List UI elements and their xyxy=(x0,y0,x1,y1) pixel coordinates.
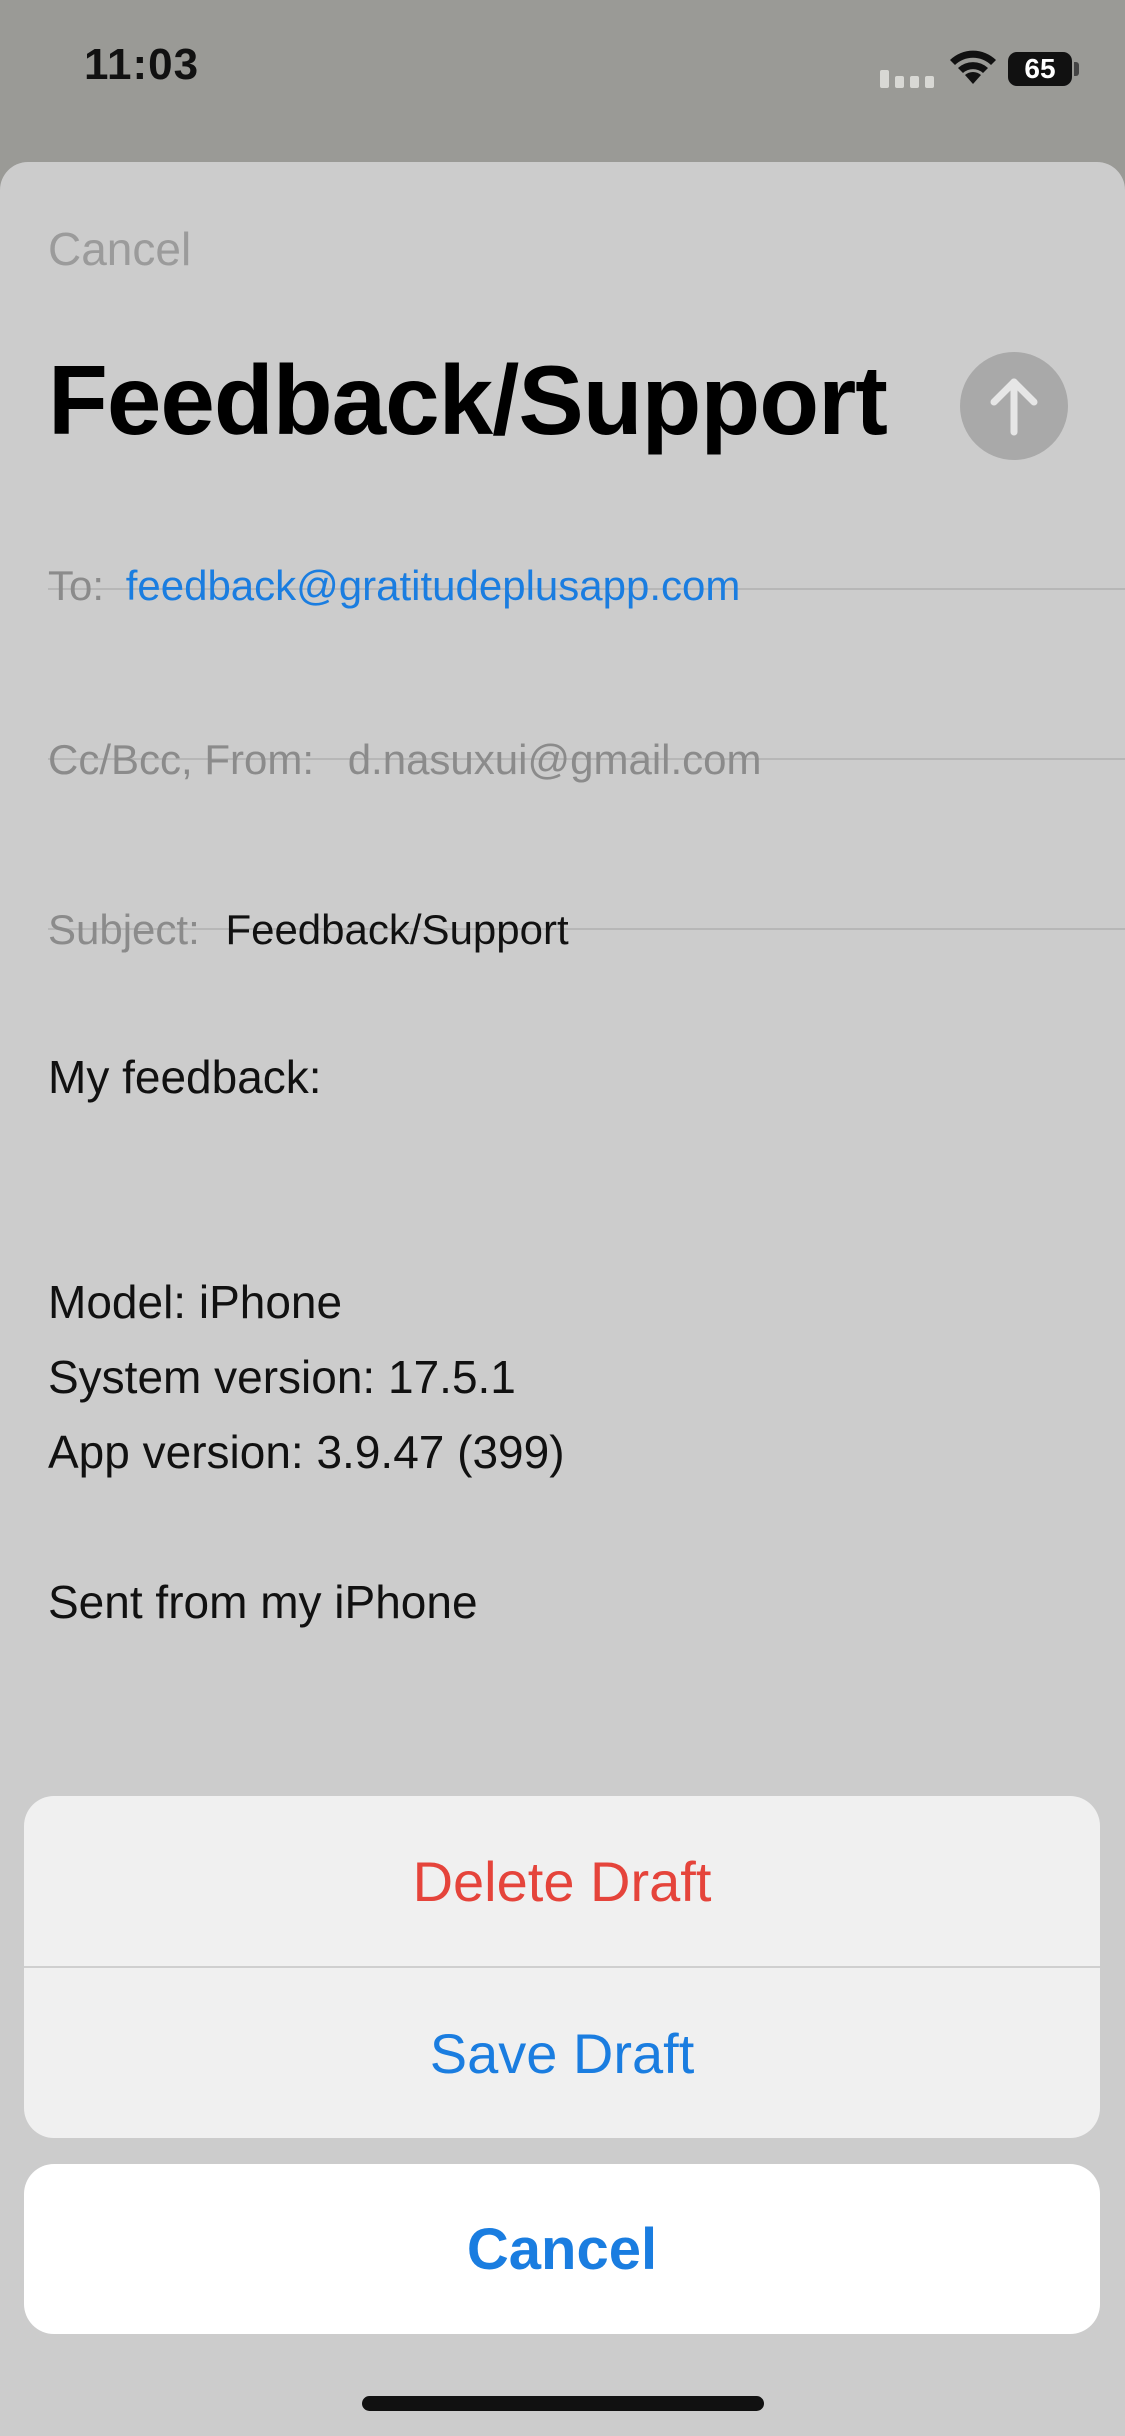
status-time: 11:03 xyxy=(84,40,200,89)
wifi-icon xyxy=(950,50,996,84)
save-draft-button[interactable]: Save Draft xyxy=(24,1968,1100,2138)
home-indicator[interactable] xyxy=(362,2396,764,2411)
subject-row: Subject: Feedback/Support xyxy=(48,906,569,954)
subject-field[interactable]: Subject: xyxy=(48,760,1125,930)
message-body[interactable]: My feedback: Model: iPhone System versio… xyxy=(48,1040,565,1640)
cellular-signal-icon xyxy=(880,70,934,88)
subject-value[interactable]: Feedback/Support xyxy=(225,906,568,953)
cc-bcc-from-field[interactable]: Cc/Bcc, From: xyxy=(48,590,1125,760)
battery-icon: 65 xyxy=(1008,52,1072,86)
to-recipient[interactable]: feedback@gratitudeplusapp.com xyxy=(126,562,741,609)
to-label-text: To: xyxy=(48,562,105,609)
to-row: To: feedback@gratitudeplusapp.com xyxy=(48,562,740,610)
from-address[interactable]: d.nasuxui@gmail.com xyxy=(348,736,762,783)
compose-cancel-button[interactable]: Cancel xyxy=(48,222,191,276)
battery-cap xyxy=(1074,62,1079,76)
cc-row: Cc/Bcc, From: d.nasuxui@gmail.com xyxy=(48,736,762,784)
delete-draft-button[interactable]: Delete Draft xyxy=(24,1796,1100,1966)
cc-label-text: Cc/Bcc, From: xyxy=(48,736,315,783)
subject-label-text: Subject: xyxy=(48,906,200,953)
status-bar: 11:03 65 xyxy=(0,0,1125,140)
action-sheet-group: Delete Draft Save Draft xyxy=(24,1796,1100,2138)
action-sheet-cancel-button[interactable]: Cancel xyxy=(24,2164,1100,2334)
